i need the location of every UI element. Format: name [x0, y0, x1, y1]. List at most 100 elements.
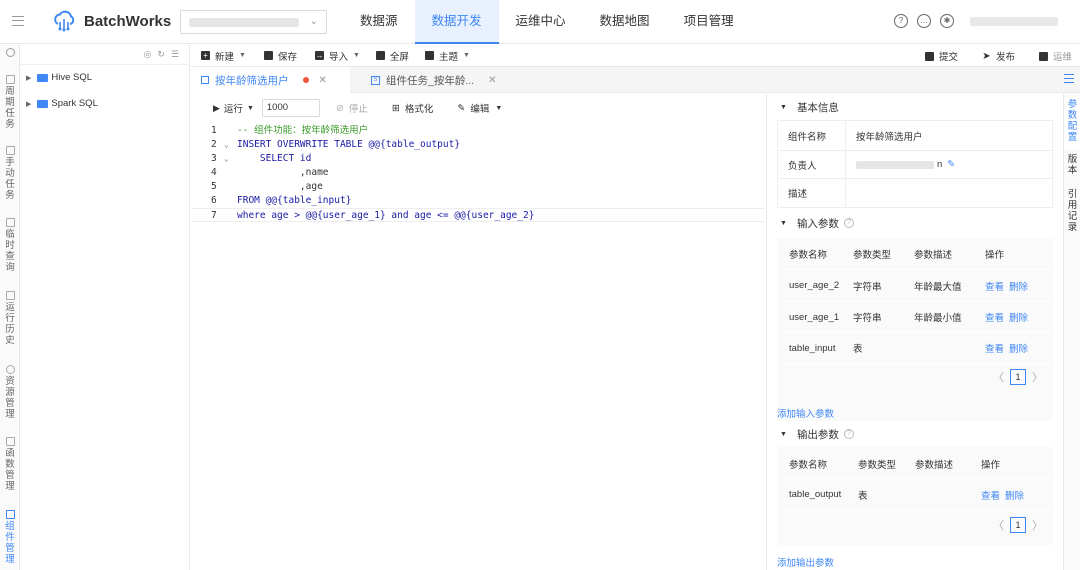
sidebar-item-temp-query[interactable]: 临时查询	[2, 218, 18, 273]
close-icon[interactable]: ✕	[319, 75, 327, 86]
param-desc: 年龄最大值	[914, 281, 962, 293]
view-link[interactable]: 查看	[985, 344, 1004, 355]
tab-label: 按年龄筛选用户	[215, 74, 289, 87]
input-params-header[interactable]: ▼ 输入参数 ?	[767, 210, 1063, 236]
sidebar-item-label: 函数管理	[5, 448, 15, 492]
plus-icon: +	[201, 51, 210, 60]
function-icon	[5, 437, 15, 446]
page-number[interactable]: 1	[1010, 517, 1026, 533]
stop-button[interactable]: ⊘ 停止	[336, 101, 368, 116]
basic-info-row: 组件名称 按年龄筛选用户	[778, 121, 1052, 151]
code-line: 7 where age > @@{user_age_1} and age <= @…	[191, 208, 765, 222]
project-name-redacted	[189, 18, 299, 27]
column-header: 操作	[981, 459, 1001, 471]
delete-link[interactable]: 删除	[1009, 282, 1028, 293]
basic-info-header[interactable]: ▼ 基本信息	[767, 94, 1063, 120]
next-page-icon[interactable]: 〉	[1032, 369, 1043, 385]
view-link[interactable]: 查看	[985, 282, 1004, 293]
chevron-down-icon: ⌄	[309, 16, 318, 27]
edit-button[interactable]: ✎ 编辑 ▼	[457, 101, 502, 116]
help-icon[interactable]: ?	[843, 429, 854, 439]
nav-data-map[interactable]: 数据地图	[583, 0, 667, 44]
view-link[interactable]: 查看	[981, 491, 1000, 502]
save-icon	[263, 51, 273, 60]
chevron-down-icon: ▼	[352, 52, 360, 59]
prev-page-icon[interactable]: 〈	[993, 369, 1004, 385]
help-icon[interactable]: ?	[894, 14, 908, 28]
import-button[interactable]: → 导入 ▼	[314, 49, 360, 63]
delete-link[interactable]: 删除	[1005, 491, 1024, 502]
sidebar-item-components[interactable]: 组件管理	[2, 510, 18, 565]
help-icon[interactable]: ?	[843, 218, 854, 228]
theme-button[interactable]: 主题 ▼	[424, 49, 470, 63]
owner-value: n ✎	[846, 159, 955, 170]
tree-node-label: Spark SQL	[51, 98, 98, 109]
column-header: 参数名称	[789, 249, 828, 261]
fullscreen-button[interactable]: 全屏	[375, 49, 409, 63]
search-icon[interactable]	[2, 48, 18, 57]
run-label: 运行	[223, 104, 243, 115]
tree-node-spark-sql[interactable]: ▶ Spark SQL	[26, 98, 98, 109]
locate-icon[interactable]: ◎	[144, 49, 152, 60]
line-number: 2	[211, 139, 217, 150]
fold-icon[interactable]: ⌄	[224, 138, 229, 152]
ops-button[interactable]: 运维	[1038, 49, 1072, 63]
unsaved-dot	[302, 77, 309, 83]
format-button[interactable]: ⊞ 格式化	[392, 101, 433, 116]
new-button[interactable]: + 新建 ▼	[201, 49, 246, 63]
folder-icon	[37, 99, 49, 108]
app-logo[interactable]: BatchWorks	[52, 9, 171, 33]
tab-component-filter[interactable]: 按年龄筛选用户 ✕	[191, 67, 350, 93]
nav-data-dev[interactable]: 数据开发	[414, 0, 499, 44]
publish-button[interactable]: ➤ 发布	[982, 49, 1015, 63]
submit-button[interactable]: 提交	[924, 49, 958, 63]
nav-ops-center[interactable]: 运维中心	[499, 0, 583, 44]
tab-label: 组件任务_按年龄...	[386, 74, 475, 87]
field-label: 组件名称	[778, 121, 846, 150]
save-button[interactable]: 保存	[263, 49, 297, 63]
chevron-down-icon: ▼	[239, 52, 246, 59]
save-label: 保存	[277, 51, 297, 63]
sidebar-item-functions[interactable]: 函数管理	[2, 437, 18, 492]
tab-version[interactable]: 版本	[1064, 152, 1080, 176]
nav-project-manage[interactable]: 项目管理	[667, 0, 751, 44]
tab-references[interactable]: 引用记录	[1064, 187, 1080, 233]
collapse-icon[interactable]: ☰	[171, 49, 179, 60]
sidebar-item-run-history[interactable]: 运行历史	[2, 291, 18, 346]
tab-list-icon[interactable]	[1064, 74, 1074, 83]
add-input-param-link[interactable]: 添加输入参数	[777, 406, 834, 420]
message-icon[interactable]: …	[917, 14, 931, 28]
tab-component-task[interactable]: S 组件任务_按年龄... ✕	[361, 67, 496, 93]
publish-label: 发布	[995, 52, 1015, 63]
caret-right-icon[interactable]: ▶	[26, 74, 31, 82]
run-button[interactable]: ▶ 运行 ▼	[213, 101, 254, 116]
table-row: user_age_1 字符串 年龄最小值 查看 删除	[777, 302, 1053, 333]
tab-param-config[interactable]: 参数配置	[1064, 97, 1080, 149]
user-name-redacted[interactable]	[970, 17, 1058, 26]
row-limit-input[interactable]: 1000	[261, 99, 320, 117]
code-editor[interactable]: 1 -- 组件功能：按年龄筛选用户 2 ⌄ INSERT OVERWRITE TABL…	[191, 122, 765, 570]
caret-right-icon[interactable]: ▶	[26, 100, 31, 108]
menu-icon[interactable]	[12, 16, 24, 26]
add-output-param-link[interactable]: 添加输出参数	[777, 555, 834, 569]
close-icon[interactable]: ✕	[488, 75, 496, 86]
project-select[interactable]: ⌄	[180, 10, 327, 34]
delete-link[interactable]: 删除	[1009, 344, 1028, 355]
sidebar-item-periodic[interactable]: 周期任务	[2, 75, 18, 130]
fullscreen-icon	[375, 51, 385, 60]
edit-icon[interactable]: ✎	[947, 159, 955, 170]
gear-icon[interactable]: ✱	[940, 14, 954, 28]
app-name: BatchWorks	[84, 12, 172, 30]
next-page-icon[interactable]: 〉	[1032, 517, 1043, 533]
nav-datasource[interactable]: 数据源	[343, 0, 415, 44]
delete-link[interactable]: 删除	[1009, 313, 1028, 324]
prev-page-icon[interactable]: 〈	[993, 517, 1004, 533]
output-params-header[interactable]: ▼ 输出参数 ?	[767, 421, 1063, 447]
page-number[interactable]: 1	[1010, 369, 1026, 385]
sidebar-item-manual[interactable]: 手动任务	[2, 146, 18, 201]
view-link[interactable]: 查看	[985, 313, 1004, 324]
refresh-icon[interactable]: ↻	[157, 49, 165, 60]
sidebar-item-resources[interactable]: 资源管理	[2, 365, 18, 420]
tree-node-hive-sql[interactable]: ▶ Hive SQL	[26, 72, 92, 83]
fold-icon[interactable]: ⌄	[224, 152, 229, 166]
